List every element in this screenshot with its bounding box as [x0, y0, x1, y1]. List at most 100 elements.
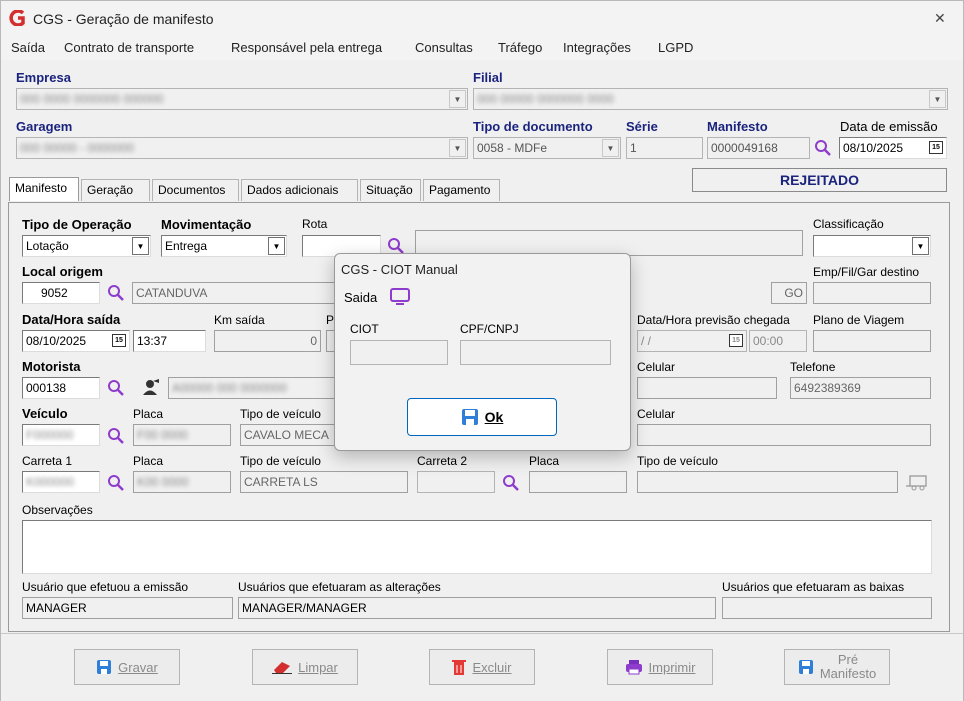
save-icon: [97, 660, 112, 674]
ciot-label: CIOT: [350, 322, 379, 336]
close-icon[interactable]: ✕: [934, 10, 946, 27]
status-badge: REJEITADO: [692, 168, 947, 192]
search-icon[interactable]: [107, 379, 125, 397]
limpar-button[interactable]: Limpar: [252, 649, 358, 685]
trash-icon: [452, 660, 467, 675]
garagem-label: Garagem: [16, 119, 73, 134]
chevron-down-icon[interactable]: ▼: [912, 237, 929, 255]
menu-bar: Saída Contrato de transporte Responsável…: [1, 36, 963, 60]
chevron-down-icon[interactable]: ▼: [602, 139, 619, 157]
cpf-field[interactable]: [460, 340, 611, 365]
previsao-time-field[interactable]: 00:00: [749, 330, 807, 352]
app-logo-icon: [9, 10, 25, 26]
chevron-down-icon[interactable]: ▼: [132, 237, 149, 255]
serie-field[interactable]: 1: [626, 137, 703, 159]
serie-label: Série: [626, 119, 658, 134]
celular-label: Celular: [637, 360, 676, 374]
data-emissao-field[interactable]: 08/10/2025 15: [839, 137, 947, 159]
celular2-label: Celular: [637, 407, 676, 421]
cpf-label: CPF/CNPJ: [460, 322, 519, 336]
usuarios-baixas-field: [722, 597, 932, 619]
menu-lgpd[interactable]: LGPD: [658, 40, 693, 55]
filial-select[interactable]: 000 00000 0000000 0000 ▼: [473, 88, 948, 110]
menu-contrato[interactable]: Contrato de transporte: [64, 40, 194, 55]
km-saida-label: Km saída: [214, 313, 265, 327]
menu-saida[interactable]: Saída: [11, 40, 45, 55]
ok-label: Ok: [484, 409, 504, 425]
chevron-down-icon[interactable]: ▼: [449, 139, 466, 157]
tipo-veiculo-carreta2-field: [637, 471, 898, 493]
tipo-doc-select[interactable]: 0058 - MDFe ▼: [473, 137, 621, 159]
monitor-icon[interactable]: [390, 288, 410, 306]
tab-dados-adicionais[interactable]: Dados adicionais: [241, 179, 358, 201]
menu-responsavel[interactable]: Responsável pela entrega: [231, 40, 382, 55]
celular-field: [637, 377, 777, 399]
carreta2-field[interactable]: [417, 471, 495, 493]
chevron-down-icon[interactable]: ▼: [449, 90, 466, 108]
search-icon[interactable]: [107, 474, 125, 492]
tipo-veiculo-carreta2-label: Tipo de veículo: [637, 454, 718, 468]
dialog-menu-saida[interactable]: Saida: [344, 290, 377, 305]
tab-manifesto[interactable]: Manifesto: [9, 177, 79, 201]
search-icon[interactable]: [107, 284, 125, 302]
p-label: P: [326, 313, 335, 327]
carreta1-label: Carreta 1: [22, 454, 73, 468]
manifesto-field[interactable]: 0000049168: [707, 137, 810, 159]
previsao-date-field[interactable]: / / 15: [637, 330, 747, 352]
tab-situacao[interactable]: Situação: [360, 179, 421, 201]
movimentacao-value: Entrega: [165, 239, 208, 253]
carreta1-field[interactable]: K000000: [22, 471, 100, 493]
data-saida-field[interactable]: 08/10/2025 15: [22, 330, 130, 352]
veiculo-field[interactable]: F000000: [22, 424, 100, 446]
empresa-select[interactable]: 000 0000 0000000 000000 ▼: [16, 88, 468, 110]
ok-button[interactable]: Ok: [407, 398, 557, 436]
veiculo-label: Veículo: [22, 406, 68, 421]
chevron-down-icon[interactable]: ▼: [929, 90, 946, 108]
menu-trafego[interactable]: Tráfego: [498, 40, 542, 55]
calendar-icon[interactable]: 15: [112, 334, 126, 347]
search-icon[interactable]: [814, 139, 832, 157]
local-origem-code[interactable]: 9052: [22, 282, 100, 304]
motorista-label: Motorista: [22, 359, 81, 374]
search-icon[interactable]: [502, 474, 520, 492]
tab-documentos[interactable]: Documentos: [152, 179, 239, 201]
menu-consultas[interactable]: Consultas: [415, 40, 473, 55]
tab-pagamento[interactable]: Pagamento: [423, 179, 500, 201]
observacoes-textarea[interactable]: [22, 520, 932, 574]
chevron-down-icon[interactable]: ▼: [268, 237, 285, 255]
driver-icon[interactable]: [141, 378, 161, 396]
calendar-icon[interactable]: 15: [729, 334, 743, 347]
ciot-field[interactable]: [350, 340, 448, 365]
tab-geracao[interactable]: Geração: [81, 179, 150, 201]
garagem-select[interactable]: 000 00000 - 0000000 ▼: [16, 137, 468, 159]
emp-destino-label: Emp/Fil/Gar destino: [813, 265, 920, 279]
tipo-veiculo-carreta1-field: CARRETA LS: [240, 471, 408, 493]
plano-label: Plano de Viagem: [813, 313, 905, 327]
limpar-label: Limpar: [298, 659, 338, 675]
motorista-field[interactable]: 000138: [22, 377, 100, 399]
emp-destino-field: [813, 282, 931, 304]
ciot-dialog: CGS - CIOT Manual Saida CIOT CPF/CNPJ Ok: [334, 253, 631, 451]
classificacao-select[interactable]: ▼: [813, 235, 931, 257]
tipo-operacao-select[interactable]: Lotação ▼: [22, 235, 151, 257]
km-saida-field: 0: [214, 330, 321, 352]
uf-field: GO: [771, 282, 807, 304]
imprimir-button[interactable]: Imprimir: [607, 649, 713, 685]
manifesto-label: Manifesto: [707, 119, 768, 134]
excluir-button[interactable]: Excluir: [429, 649, 535, 685]
data-emissao-label: Data de emissão: [840, 119, 938, 134]
save-icon: [798, 660, 813, 674]
gravar-button[interactable]: Gravar: [74, 649, 180, 685]
trailer-icon[interactable]: [906, 475, 928, 491]
usuarios-alteracoes-label: Usuários que efetuaram as alterações: [238, 580, 441, 594]
local-origem-city: CATANDUVA: [132, 282, 337, 304]
pre-manifesto-button[interactable]: Pré Manifesto: [784, 649, 890, 685]
movimentacao-label: Movimentação: [161, 217, 252, 232]
hora-saida-field[interactable]: 13:37: [133, 330, 206, 352]
calendar-icon[interactable]: 15: [929, 141, 943, 154]
menu-integracoes[interactable]: Integrações: [563, 40, 631, 55]
window-title: CGS - Geração de manifesto: [33, 11, 214, 27]
search-icon[interactable]: [107, 427, 125, 445]
movimentacao-select[interactable]: Entrega ▼: [161, 235, 287, 257]
rota-label: Rota: [302, 217, 328, 231]
